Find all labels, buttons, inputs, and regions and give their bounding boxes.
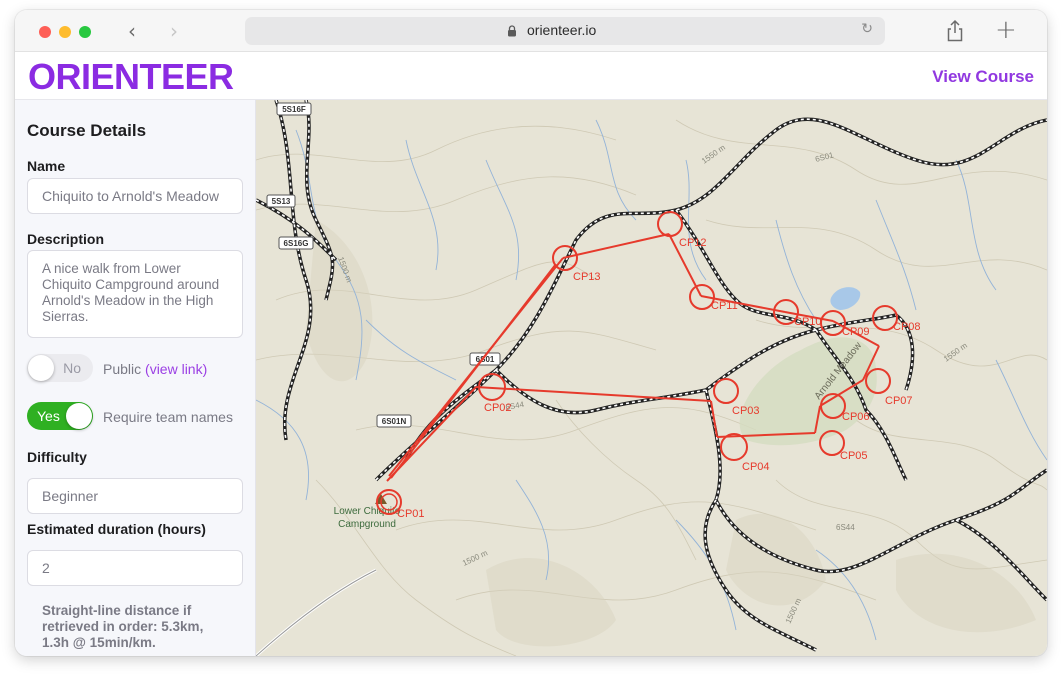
reload-icon[interactable]: ↻ [861,21,873,37]
road-highway-edge [256,569,377,656]
checkpoint-cp10[interactable]: CP10 [773,299,822,328]
campground-label-line2: Campground [338,519,396,530]
campground-label-line1: Lower Chiquito [334,506,401,517]
road-label-text: 6S16G [284,239,309,248]
course-map[interactable]: 5S16F 5S13 6S16G 6S01 6S01N 6S44 6S01 6S… [256,100,1047,656]
sidebar-title: Course Details [27,121,147,140]
browser-window: ‹ › orienteer.io ↻ + ORIENTEER View Cour… [15,10,1047,656]
checkpoint-label: CP10 [794,316,822,328]
public-toggle[interactable]: No [27,354,93,382]
checkpoint-label: CP06 [842,411,870,423]
checkpoint-label: CP05 [840,450,868,462]
road-name-6s44: 6S44 [836,523,855,532]
road-label-text: 5S16F [282,105,306,114]
course-details-sidebar: Course Details Name Chiquito to Arnold's… [15,100,256,656]
duration-input[interactable]: 2 [27,550,243,586]
checkpoint-label: CP09 [842,326,870,338]
name-input[interactable]: Chiquito to Arnold's Meadow [27,178,243,214]
public-caption: Public (view link) [103,361,207,377]
share-icon[interactable] [945,19,965,43]
new-tab-icon[interactable]: + [995,15,1017,45]
road-label-6s01n: 6S01N [376,414,412,428]
distance-note: Straight-line distance if retrieved in o… [42,603,204,650]
team-names-toggle[interactable]: Yes [27,402,93,430]
orienteer-logo[interactable]: ORIENTEER [28,56,234,98]
lock-icon [508,25,516,37]
road-label-text: 6S01N [382,417,407,426]
difficulty-label: Difficulty [27,449,87,465]
name-label: Name [27,158,66,174]
zoom-window-button[interactable] [79,26,91,38]
relief-shading [306,220,1036,647]
checkpoint-label: CP11 [711,300,738,312]
elevation-label: 1550 m [700,143,727,166]
toggle-knob [28,355,54,381]
forward-icon[interactable]: › [161,18,187,44]
road-label-text: 5S13 [272,197,291,206]
checkpoint-label: CP07 [885,395,913,407]
checkpoint-label: CP12 [679,237,707,249]
back-icon[interactable]: ‹ [119,18,145,44]
url-text: orienteer.io [527,22,597,38]
map-canvas: 5S16F 5S13 6S16G 6S01 6S01N 6S44 6S01 6S… [256,100,1047,656]
view-course-link[interactable]: View Course [932,67,1034,87]
elevation-label: 1500 m [461,548,489,568]
description-textarea[interactable]: A nice walk from Lower Chiquito Campgrou… [27,250,243,338]
checkpoint-label: CP04 [742,461,770,473]
description-label: Description [27,231,105,247]
checkpoint-cp09[interactable]: CP09 [820,310,870,338]
team-names-caption: Require team names [103,409,233,425]
difficulty-input[interactable]: Beginner [27,478,243,514]
app-header: ORIENTEER View Course [15,52,1047,100]
checkpoint-label: CP08 [893,321,921,333]
address-bar[interactable]: orienteer.io ↻ [245,17,885,45]
view-link[interactable]: (view link) [145,361,207,377]
lake [830,287,861,310]
toggle-knob [66,403,92,429]
checkpoint-label: CP01 [397,508,425,520]
checkpoint-label: CP03 [732,405,760,417]
checkpoint-label: CP13 [573,271,601,283]
road-label-5s16f: 5S16F [276,102,312,116]
team-toggle-state: Yes [37,408,60,424]
road-highway [256,568,377,656]
close-window-button[interactable] [39,26,51,38]
road-label-6s16g: 6S16G [278,236,314,250]
browser-toolbar: ‹ › orienteer.io ↻ + [15,10,1047,52]
public-toggle-state: No [63,360,81,376]
public-label: Public [103,361,142,377]
checkpoint-label: CP02 [484,402,512,414]
minimize-window-button[interactable] [59,26,71,38]
road-label-5s13: 5S13 [266,194,296,208]
duration-label: Estimated duration (hours) [27,521,206,537]
